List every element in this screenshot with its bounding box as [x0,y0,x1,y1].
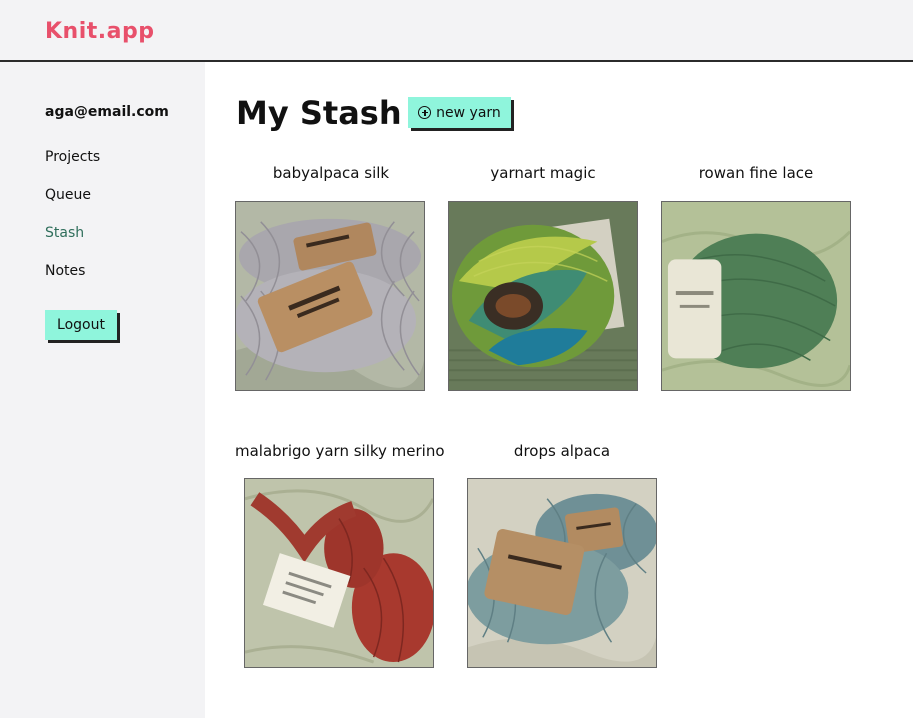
sidebar-item-notes[interactable]: Notes [45,263,85,279]
plus-circle-icon [418,106,432,119]
app-logo[interactable]: Knit.app [45,19,154,44]
yarn-card-malabrigo-silky-merino[interactable]: malabrigo yarn silky merino [235,440,445,462]
yarn-card-yarnart-magic[interactable]: yarnart magic [438,162,648,184]
grey-skeins-image [236,202,424,390]
sage-skeins-image [468,479,656,667]
multicolor-ball-image [449,202,637,390]
sidebar: aga@email.com Projects Queue Stash Notes… [0,62,205,718]
yarn-card-drops-alpaca[interactable]: drops alpaca [457,440,667,462]
logout-button[interactable]: Logout [45,310,117,340]
page-title: My Stash [236,94,402,132]
sidebar-item-stash[interactable]: Stash [45,225,84,241]
yarn-card-babyalpaca-silk[interactable]: babyalpaca silk [226,162,436,184]
new-yarn-button[interactable]: new yarn [408,97,511,128]
yarn-name: drops alpaca [513,442,611,460]
new-yarn-label: new yarn [436,104,501,121]
yarn-card-rowan-fine-lace[interactable]: rowan fine lace [651,162,861,184]
yarn-name: rowan fine lace [698,164,814,182]
sidebar-item-queue[interactable]: Queue [45,187,91,203]
yarn-photo-babyalpaca-silk[interactable] [235,201,425,391]
top-bar: Knit.app [0,0,913,62]
yarn-photo-rowan-fine-lace[interactable] [661,201,851,391]
yarn-name: malabrigo yarn silky merino [235,442,445,460]
yarn-photo-drops-alpaca[interactable] [467,478,657,668]
yarn-photo-yarnart-magic[interactable] [448,201,638,391]
yarn-name: babyalpaca silk [272,164,390,182]
yarn-photo-malabrigo-silky-merino[interactable] [244,478,434,668]
sidebar-item-projects[interactable]: Projects [45,149,100,165]
user-email: aga@email.com [45,104,169,120]
yarn-name: yarnart magic [490,164,596,182]
green-ball-image [662,202,850,390]
red-hank-image [245,479,433,667]
